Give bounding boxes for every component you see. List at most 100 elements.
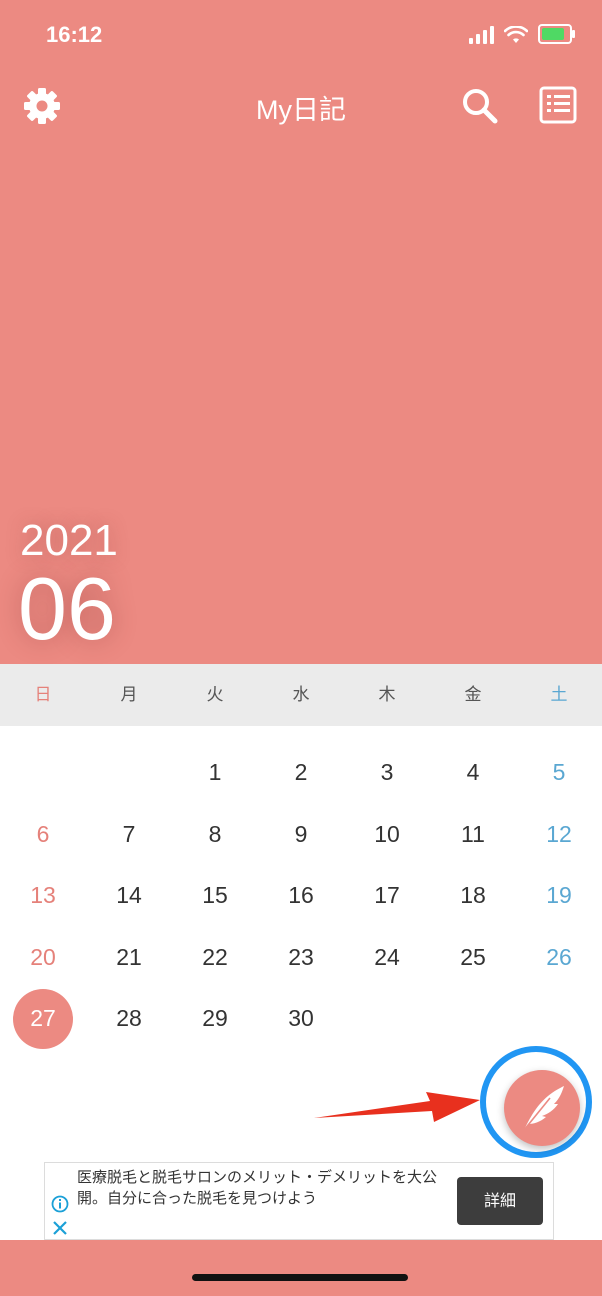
calendar-week: 20 21 22 23 24 25 26 <box>0 927 602 989</box>
ad-details-button[interactable]: 詳細 <box>457 1177 543 1225</box>
calendar-day[interactable]: 28 <box>86 988 172 1050</box>
day-number: 5 <box>552 759 566 785</box>
calendar-day[interactable]: 20 <box>0 927 86 989</box>
calendar-day <box>86 742 172 804</box>
status-time: 16:12 <box>46 22 103 47</box>
calendar-day[interactable]: 15 <box>172 865 258 927</box>
day-number: 24 <box>374 943 400 970</box>
calendar-day[interactable]: 26 <box>516 927 602 989</box>
signal-icon <box>469 24 494 44</box>
day-number: 21 <box>116 943 142 970</box>
calendar-day[interactable]: 24 <box>344 927 430 989</box>
annotation-arrow <box>314 1092 480 1122</box>
calendar-day[interactable]: 1 <box>172 742 258 804</box>
calendar-day[interactable]: 21 <box>86 927 172 989</box>
list-view-button[interactable] <box>538 84 580 126</box>
feather-pen-icon <box>523 1086 564 1131</box>
calendar-day[interactable]: 23 <box>258 927 344 989</box>
day-number: 11 <box>461 820 485 847</box>
weekday-wed: 水 <box>292 685 310 705</box>
app-title: My日記 <box>256 95 346 125</box>
day-number: 4 <box>466 759 480 785</box>
day-number: 25 <box>460 943 486 970</box>
calendar-day <box>516 988 602 1050</box>
day-number: 19 <box>546 882 572 908</box>
day-number: 29 <box>202 1005 228 1031</box>
day-number: 14 <box>116 882 142 908</box>
day-number: 10 <box>374 820 400 847</box>
calendar-day[interactable]: 7 <box>86 804 172 866</box>
day-number: 28 <box>116 1005 142 1031</box>
title-bar: My日記 <box>0 80 602 132</box>
day-number: 9 <box>294 820 308 847</box>
calendar-day[interactable]: 6 <box>0 804 86 866</box>
calendar-day[interactable]: 12 <box>516 804 602 866</box>
weekday-sun: 日 <box>34 685 52 705</box>
calendar-day[interactable]: 14 <box>86 865 172 927</box>
calendar-day[interactable]: 18 <box>430 865 516 927</box>
calendar-day[interactable]: 10 <box>344 804 430 866</box>
status-bar: 16:12 <box>0 0 602 70</box>
calendar-day[interactable]: 29 <box>172 988 258 1050</box>
calendar-week: 1 2 3 4 5 <box>0 742 602 804</box>
day-number: 18 <box>460 882 486 908</box>
day-number: 3 <box>380 759 394 785</box>
day-number: 20 <box>30 943 56 970</box>
calendar-week: 13 14 15 16 17 18 19 <box>0 865 602 927</box>
calendar-day[interactable]: 22 <box>172 927 258 989</box>
calendar-day[interactable]: 9 <box>258 804 344 866</box>
calendar-day <box>430 988 516 1050</box>
calendar-day[interactable]: 13 <box>0 865 86 927</box>
search-button[interactable] <box>460 86 500 126</box>
compose-entry-button[interactable] <box>504 1070 580 1146</box>
day-number: 16 <box>288 882 314 908</box>
calendar-day[interactable]: 19 <box>516 865 602 927</box>
calendar-day[interactable]: 25 <box>430 927 516 989</box>
day-number: 27 <box>30 1005 56 1031</box>
day-number: 6 <box>36 820 50 847</box>
calendar-day[interactable]: 30 <box>258 988 344 1050</box>
day-number: 22 <box>202 943 228 970</box>
info-icon[interactable] <box>51 1195 69 1213</box>
day-number: 8 <box>208 820 222 847</box>
calendar-day[interactable]: 11 <box>430 804 516 866</box>
calendar-grid: 1 2 3 4 5 6 7 8 9 10 11 12 13 14 15 16 1… <box>0 742 602 1050</box>
calendar-day[interactable]: 17 <box>344 865 430 927</box>
ad-banner[interactable]: 医療脱毛と脱毛サロンのメリット・デメリットを大公開。自分に合った脱毛を見つけよう… <box>44 1162 554 1240</box>
weekday-thu: 木 <box>378 685 396 705</box>
weekday-tue: 火 <box>206 685 224 705</box>
calendar-week: 6 7 8 9 10 11 12 <box>0 804 602 866</box>
bottom-bar <box>0 1240 602 1296</box>
day-number: 13 <box>30 882 56 908</box>
calendar-day <box>344 988 430 1050</box>
calendar-day[interactable]: 3 <box>344 742 430 804</box>
day-number: 1 <box>208 759 222 785</box>
home-indicator[interactable] <box>192 1274 408 1281</box>
calendar-day[interactable]: 8 <box>172 804 258 866</box>
calendar-day[interactable]: 16 <box>258 865 344 927</box>
calendar-day[interactable]: 4 <box>430 742 516 804</box>
status-icons <box>469 24 575 44</box>
current-month: 06 <box>18 559 116 658</box>
day-number: 12 <box>546 820 572 847</box>
weekday-fri: 金 <box>464 685 482 705</box>
day-number: 23 <box>288 943 314 970</box>
day-number: 15 <box>202 882 228 908</box>
list-icon <box>539 86 577 124</box>
day-number: 26 <box>546 943 572 970</box>
weekday-sat: 土 <box>550 685 568 705</box>
day-number: 30 <box>288 1005 314 1031</box>
calendar-day[interactable]: 2 <box>258 742 344 804</box>
calendar-day[interactable]: 5 <box>516 742 602 804</box>
calendar-day <box>0 742 86 804</box>
calendar-day-today[interactable]: 27 <box>0 988 86 1050</box>
day-number: 2 <box>294 759 308 785</box>
weekday-mon: 月 <box>120 685 138 705</box>
wifi-icon <box>504 26 528 43</box>
calendar-week: 27 28 29 30 <box>0 988 602 1050</box>
close-icon[interactable] <box>51 1219 69 1237</box>
search-icon <box>463 89 498 124</box>
weekday-header: 日 月 火 水 木 金 土 <box>0 664 602 726</box>
battery-icon <box>538 24 575 44</box>
ad-text: 医療脱毛と脱毛サロンのメリット・デメリットを大公開。自分に合った脱毛を見つけよう <box>77 1168 438 1207</box>
